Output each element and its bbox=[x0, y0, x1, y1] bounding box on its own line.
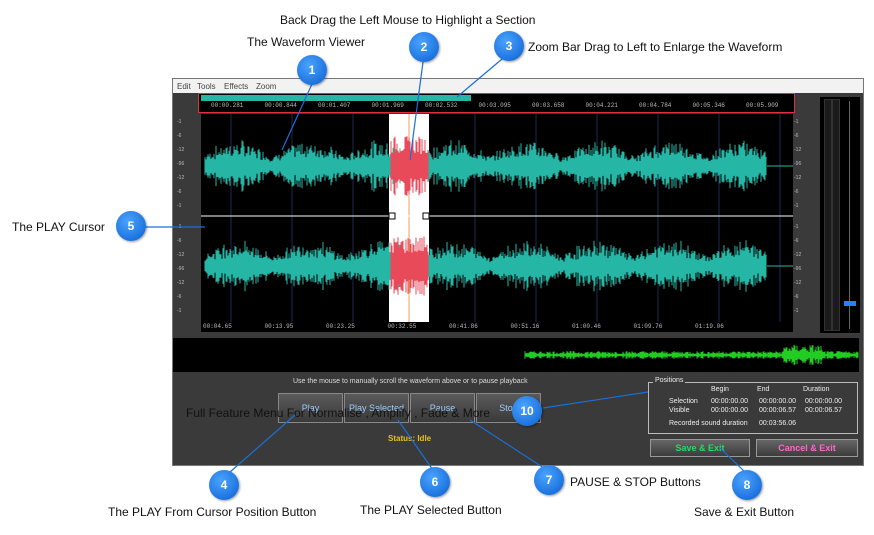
db-scale-label: -6 bbox=[794, 294, 799, 300]
db-scale-label: -12 bbox=[794, 252, 802, 258]
bottom-timeline-label: 00:04.65 bbox=[203, 323, 232, 330]
bottom-timeline-label: 00:41.86 bbox=[449, 323, 478, 330]
overview-waveform[interactable] bbox=[173, 338, 859, 372]
selection-duration: 00:00:00.00 bbox=[805, 398, 842, 405]
db-scale-label: -1 bbox=[177, 224, 182, 230]
db-scale-label: -1 bbox=[794, 203, 799, 209]
db-scale-label: -12 bbox=[177, 147, 185, 153]
db-scale-label: -96 bbox=[177, 161, 185, 167]
badge-10: 10 bbox=[512, 396, 542, 426]
db-scale-label: -12 bbox=[177, 175, 185, 181]
db-scale-label: -6 bbox=[794, 189, 799, 195]
db-scale-label: -96 bbox=[177, 266, 185, 272]
db-scale-label: -12 bbox=[177, 252, 185, 258]
visible-label: Visible bbox=[669, 407, 690, 414]
menu-zoom[interactable]: Zoom bbox=[256, 82, 276, 91]
db-scale-label: -6 bbox=[177, 133, 182, 139]
annotation-pause-stop: PAUSE & STOP Buttons bbox=[570, 475, 701, 489]
annotation-play-cursor: The PLAY Cursor bbox=[12, 220, 105, 234]
zoom-bar[interactable]: 00:00.281 00:00.844 00:01.407 00:01.969 00:0… bbox=[198, 93, 795, 113]
cancel-exit-button[interactable]: Cancel & Exit bbox=[756, 439, 858, 457]
positions-panel: Positions Begin End Duration Selection 0… bbox=[648, 377, 858, 434]
vu-meter bbox=[820, 97, 860, 333]
badge-8: 8 bbox=[732, 470, 762, 500]
top-timeline-label: 00:04.784 bbox=[639, 102, 672, 109]
db-scale-label: -12 bbox=[794, 175, 802, 181]
recorded-label: Recorded sound duration bbox=[669, 420, 748, 427]
db-scale-label: -6 bbox=[177, 294, 182, 300]
annotation-zoom-bar: Zoom Bar Drag to Left to Enlarge the Wav… bbox=[528, 40, 783, 54]
save-exit-button[interactable]: Save & Exit bbox=[650, 439, 750, 457]
bottom-timeline: 00:04.65 00:13.95 00:23.25 00:32.55 00:41.86… bbox=[201, 322, 793, 332]
menu-effects[interactable]: Effects bbox=[224, 82, 248, 91]
annotation-waveform-viewer: The Waveform Viewer bbox=[247, 35, 366, 49]
badge-4: 4 bbox=[209, 470, 239, 500]
annotation-back-drag: Back Drag the Left Mouse to Highlight a … bbox=[280, 13, 536, 27]
badge-6: 6 bbox=[420, 467, 450, 497]
selection-label: Selection bbox=[669, 398, 698, 405]
header-begin: Begin bbox=[711, 386, 729, 393]
visible-begin: 00:00:00.00 bbox=[711, 407, 748, 414]
zoom-bar-handle[interactable] bbox=[201, 95, 471, 101]
bottom-timeline-label: 00:23.25 bbox=[326, 323, 355, 330]
volume-slider-track[interactable] bbox=[849, 101, 850, 329]
badge-2: 2 bbox=[409, 32, 439, 62]
annotation-full-feature-menu: Full Feature Menu For Normalise , Amplif… bbox=[186, 406, 491, 420]
volume-slider-thumb[interactable] bbox=[844, 301, 856, 306]
badge-1: 1 bbox=[297, 55, 327, 85]
db-scale-label: -1 bbox=[177, 308, 182, 314]
hint-text: Use the mouse to manually scroll the wav… bbox=[293, 378, 528, 385]
recorded-value: 00:03:56.06 bbox=[759, 420, 796, 427]
db-scale-label: -1 bbox=[794, 224, 799, 230]
annotation-play-from-cursor: The PLAY From Cursor Position Button bbox=[108, 505, 317, 519]
badge-5: 5 bbox=[116, 211, 146, 241]
status-text: Status: Idle bbox=[388, 434, 432, 443]
db-scale-label: -6 bbox=[794, 238, 799, 244]
header-duration: Duration bbox=[803, 386, 830, 393]
top-timeline-label: 00:02.532 bbox=[425, 102, 458, 109]
waveform-svg bbox=[201, 114, 793, 324]
annotation-play-selected: The PLAY Selected Button bbox=[360, 503, 502, 517]
db-scale-label: -1 bbox=[177, 203, 182, 209]
annotation-save-exit: Save & Exit Button bbox=[694, 505, 795, 519]
db-scale-label: -96 bbox=[794, 161, 802, 167]
bottom-timeline-label: 01:09.76 bbox=[633, 323, 663, 330]
top-timeline-label: 00:01.407 bbox=[318, 102, 351, 109]
db-scale-label: -1 bbox=[794, 308, 799, 314]
top-timeline-label: 00:03.095 bbox=[478, 102, 511, 109]
visible-end: 00:00:06.57 bbox=[759, 407, 796, 414]
top-timeline-label: 00:05.346 bbox=[692, 102, 725, 109]
top-timeline-label: 00:01.969 bbox=[371, 102, 404, 109]
bottom-timeline-label: 01:19.06 bbox=[695, 323, 724, 330]
db-scale-label: -1 bbox=[794, 119, 799, 125]
bottom-timeline-label: 00:13.95 bbox=[264, 323, 294, 330]
menu-edit[interactable]: Edit bbox=[177, 82, 191, 91]
selection-end: 00:00:00.00 bbox=[759, 398, 796, 405]
visible-duration: 00:00:06.57 bbox=[805, 407, 842, 414]
header-end: End bbox=[757, 386, 770, 393]
top-timeline-label: 00:00.281 bbox=[211, 102, 244, 109]
badge-7: 7 bbox=[534, 465, 564, 495]
db-scale-label: -96 bbox=[794, 266, 802, 272]
db-scale-label: -12 bbox=[794, 280, 802, 286]
waveform-viewer[interactable] bbox=[201, 114, 793, 324]
db-scale-label: -6 bbox=[177, 238, 182, 244]
selection-begin: 00:00:00.00 bbox=[711, 398, 748, 405]
db-scale-label: -12 bbox=[177, 280, 185, 286]
db-scale-label: -1 bbox=[177, 119, 182, 125]
bottom-timeline-label: 00:51.16 bbox=[510, 323, 540, 330]
db-scale-label: -12 bbox=[794, 147, 802, 153]
positions-title: Positions bbox=[653, 377, 686, 384]
top-timeline-label: 00:05.909 bbox=[746, 102, 779, 109]
db-scale-label: -6 bbox=[794, 133, 799, 139]
top-timeline-label: 00:03.658 bbox=[532, 102, 565, 109]
menu-bar: Edit Tools Effects Zoom bbox=[173, 79, 863, 93]
top-timeline-label: 00:04.221 bbox=[585, 102, 618, 109]
bottom-timeline-label: 00:32.55 bbox=[387, 323, 417, 330]
db-scale-label: -6 bbox=[177, 189, 182, 195]
menu-tools[interactable]: Tools bbox=[197, 82, 216, 91]
top-timeline-label: 00:00.844 bbox=[264, 102, 297, 109]
bottom-timeline-label: 01:00.46 bbox=[572, 323, 601, 330]
badge-3: 3 bbox=[494, 31, 524, 61]
